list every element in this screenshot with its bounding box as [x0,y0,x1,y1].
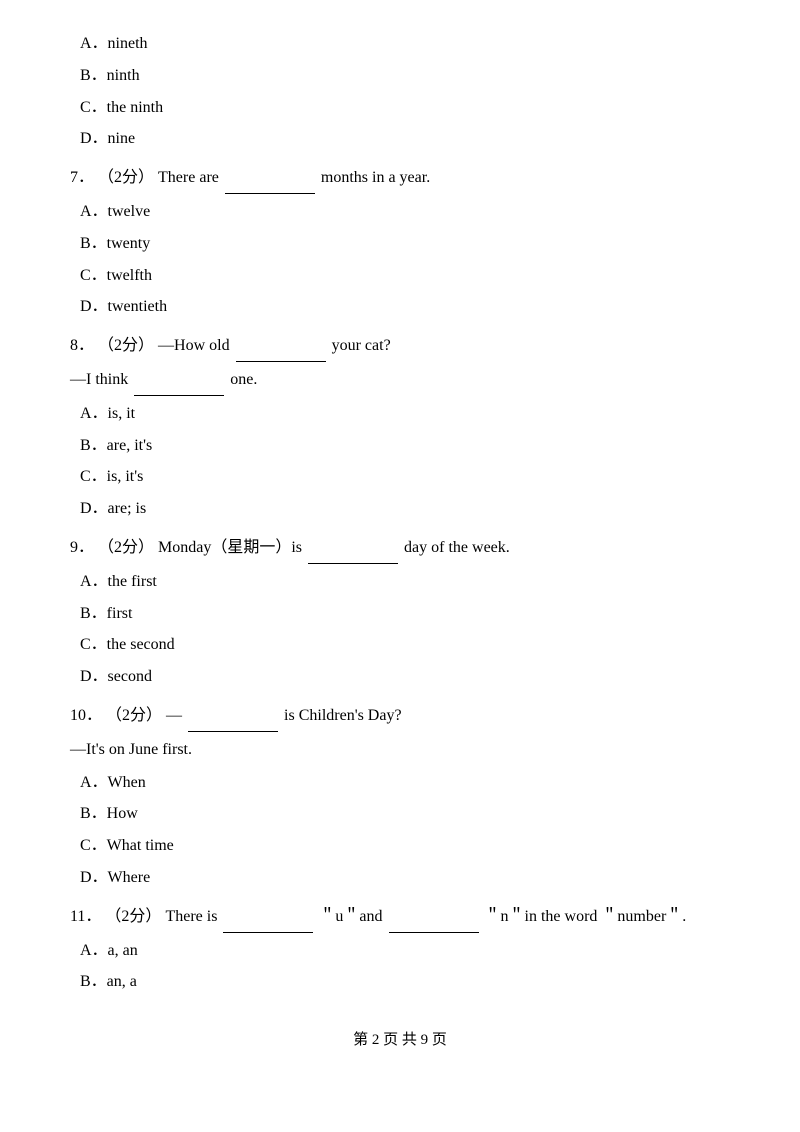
q7-option-b: B．twenty [70,230,730,259]
question-11: 11． （2分） There is ＂u＂and ＂n＂in the word … [70,903,730,997]
q7-option-a: A．twelve [70,198,730,227]
option-d-nine: D．nine [70,125,730,154]
q7-blank [225,164,315,194]
q11-text: 11． （2分） There is ＂u＂and ＂n＂in the word … [70,903,730,933]
question-8: 8． （2分） —How old your cat? —I think one.… [70,332,730,524]
option-a-nineth: A．nineth [70,30,730,59]
q7-option-c: C．twelfth [70,262,730,291]
q10-option-b: B．How [70,800,730,829]
q9-blank [308,534,398,564]
q9-text: 9． （2分） Monday（星期一）is day of the week. [70,534,730,564]
q8-blank2 [134,366,224,396]
q10-line2: —It's on June first. [70,736,730,765]
question-9: 9． （2分） Monday（星期一）is day of the week. A… [70,534,730,692]
page-footer: 第 2 页 共 9 页 [70,1027,730,1054]
q8-blank1 [236,332,326,362]
q7-text: 7． （2分） There are months in a year. [70,164,730,194]
option-c-the-ninth: C．the ninth [70,94,730,123]
q11-blank1 [223,903,313,933]
q9-option-d: D．second [70,663,730,692]
q8-option-d: D．are; is [70,495,730,524]
q10-option-d: D．Where [70,864,730,893]
q8-option-b: B．are, it's [70,432,730,461]
q10-line1: 10． （2分） — is Children's Day? [70,702,730,732]
q8-option-c: C．is, it's [70,463,730,492]
q11-option-a: A．a, an [70,937,730,966]
q10-blank1 [188,702,278,732]
q9-option-a: A．the first [70,568,730,597]
question-7: 7． （2分） There are months in a year. A．tw… [70,164,730,322]
option-b-ninth: B．ninth [70,62,730,91]
question-10: 10． （2分） — is Children's Day? —It's on J… [70,702,730,893]
q11-blank2 [389,903,479,933]
q10-option-c: C．What time [70,832,730,861]
q8-line1: 8． （2分） —How old your cat? [70,332,730,362]
q7-option-d: D．twentieth [70,293,730,322]
q8-option-a: A．is, it [70,400,730,429]
q9-option-c: C．the second [70,631,730,660]
q9-option-b: B．first [70,600,730,629]
top-options-block: A．nineth B．ninth C．the ninth D．nine [70,30,730,154]
q11-option-b: B．an, a [70,968,730,997]
q8-line2: —I think one. [70,366,730,396]
q10-option-a: A．When [70,769,730,798]
